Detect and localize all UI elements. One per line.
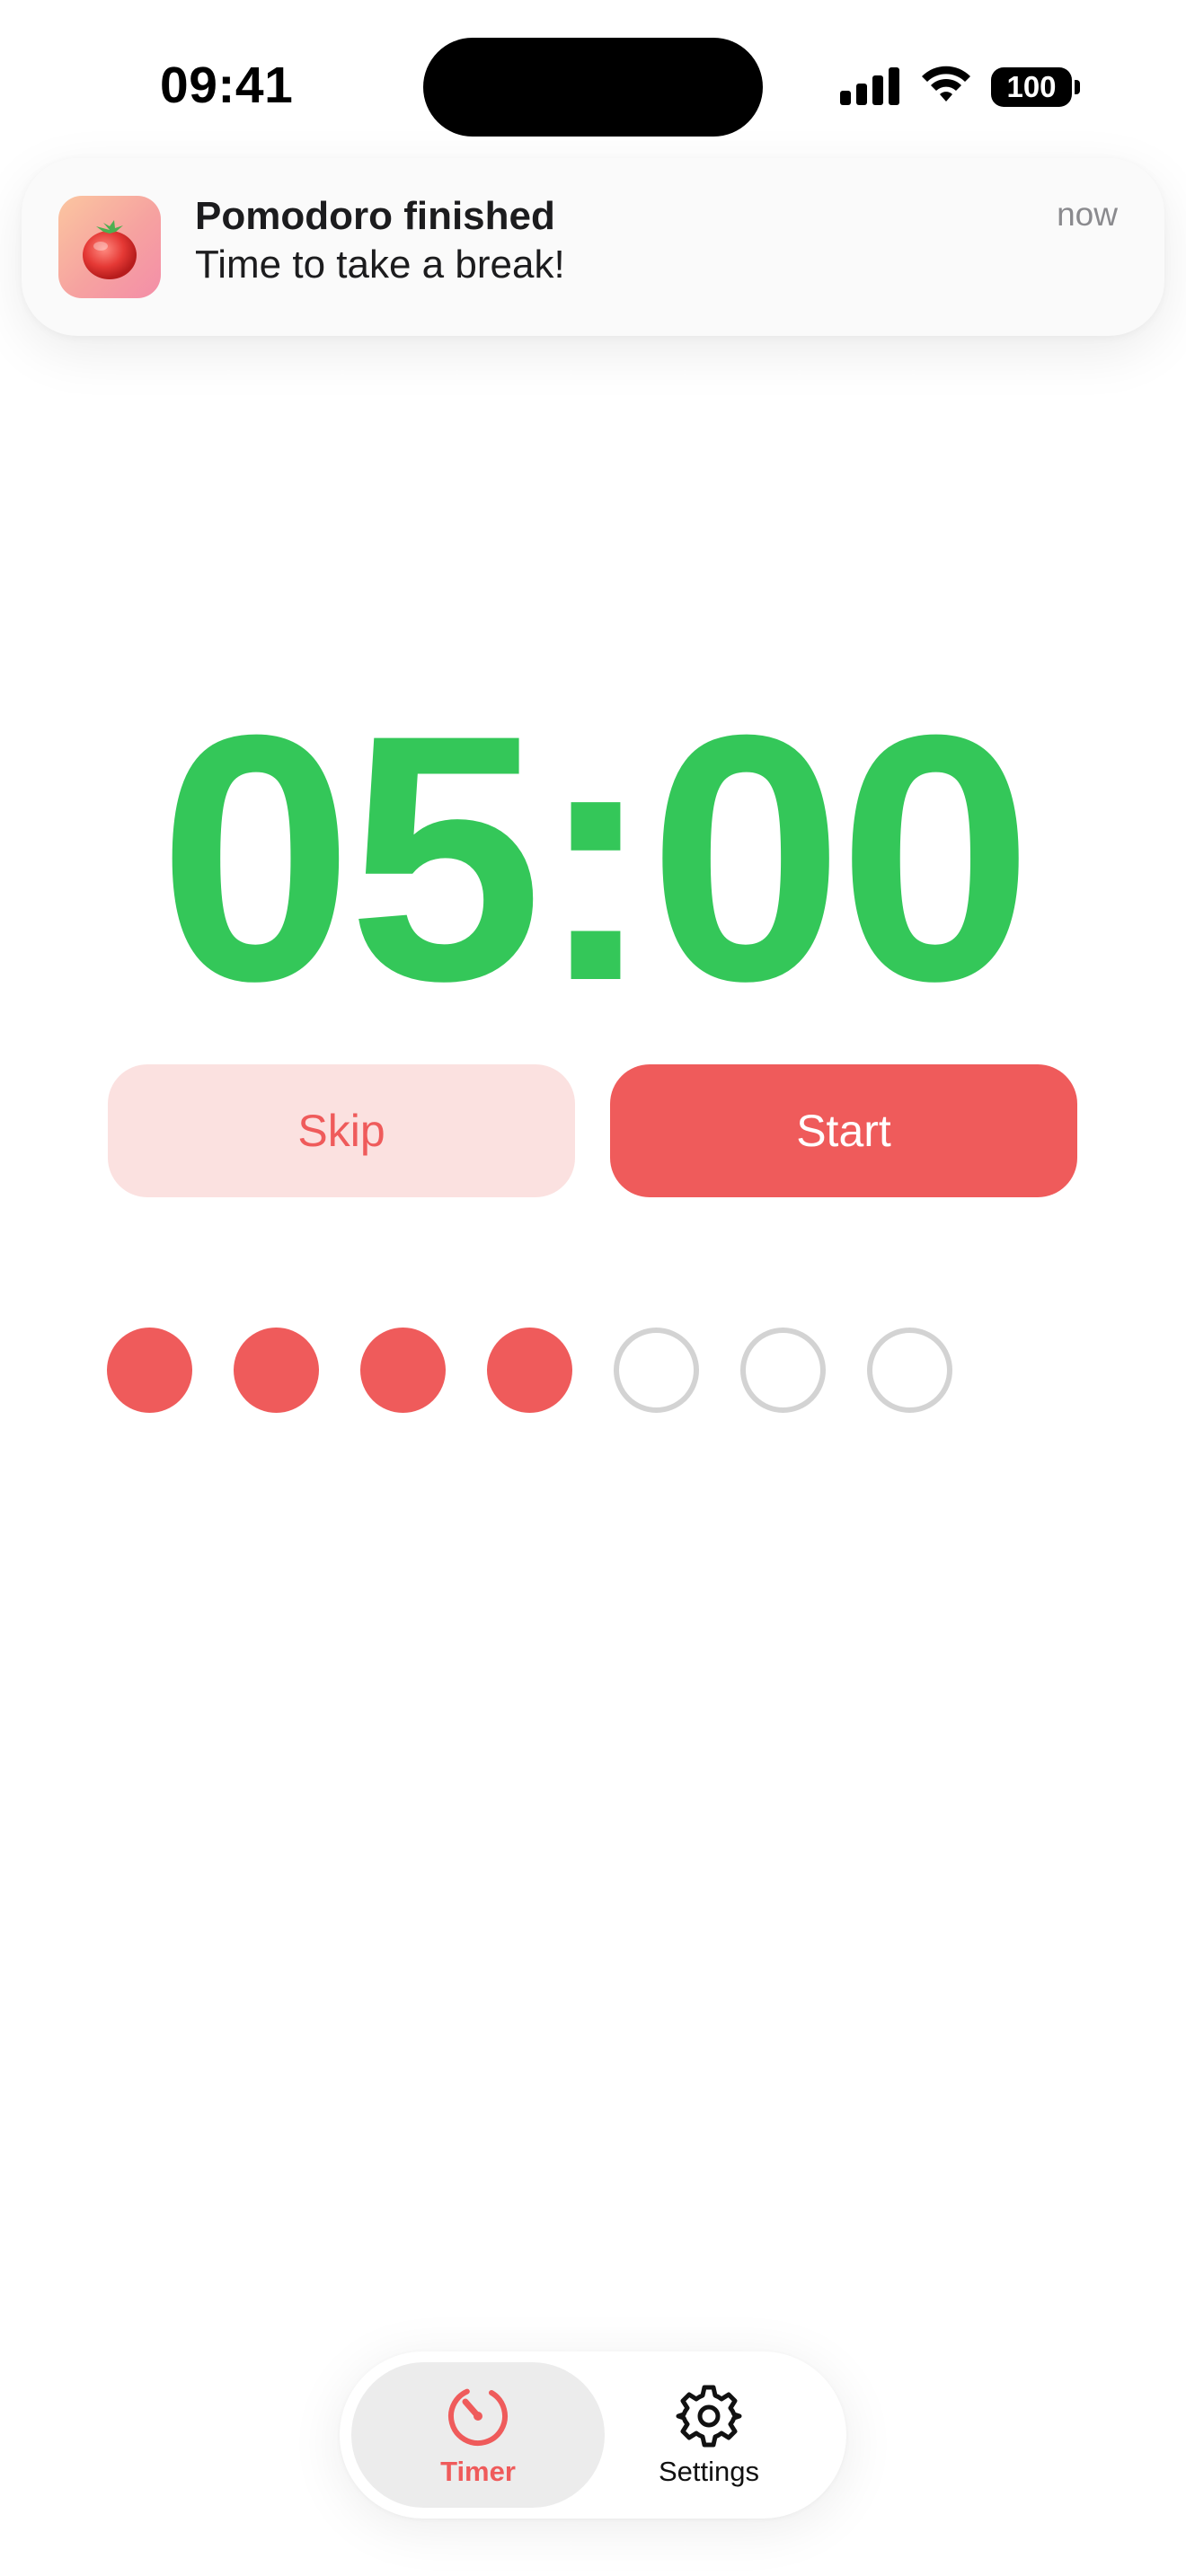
session-dot-completed xyxy=(107,1328,192,1413)
tab-label-timer: Timer xyxy=(440,2456,516,2487)
start-button[interactable]: Start xyxy=(610,1064,1077,1197)
screen: 09:41 100 Pomodoro finished Time to take… xyxy=(0,0,1186,2576)
session-dot-completed xyxy=(360,1328,446,1413)
notification-title: Pomodoro finished xyxy=(195,194,555,238)
notification-time: now xyxy=(1057,196,1118,233)
tab-settings[interactable]: Settings xyxy=(582,2362,836,2508)
session-dot-pending xyxy=(614,1328,699,1413)
timer-icon xyxy=(444,2382,512,2450)
timer-display: 05:00 xyxy=(158,662,1032,1054)
gear-icon xyxy=(675,2382,743,2450)
session-dot-pending xyxy=(867,1328,952,1413)
battery-level: 100 xyxy=(1006,70,1057,103)
wifi-icon xyxy=(919,66,973,110)
cellular-signal-icon xyxy=(840,66,901,110)
tab-label-settings: Settings xyxy=(658,2456,759,2487)
session-dot-completed xyxy=(487,1328,572,1413)
notification-banner[interactable]: Pomodoro finished Time to take a break! … xyxy=(22,158,1164,336)
status-icons: 100 xyxy=(840,66,1080,110)
battery-icon: 100 xyxy=(991,67,1080,107)
tab-bar: Timer Settings xyxy=(340,2351,846,2519)
tab-timer[interactable]: Timer xyxy=(351,2362,605,2508)
session-progress xyxy=(107,1328,952,1413)
skip-button[interactable]: Skip xyxy=(108,1064,575,1197)
session-dot-pending xyxy=(740,1328,826,1413)
session-dot-completed xyxy=(234,1328,319,1413)
tomato-icon xyxy=(58,196,161,298)
notification-body: Time to take a break! xyxy=(195,243,565,287)
status-time: 09:41 xyxy=(160,57,294,114)
dynamic-island xyxy=(423,38,763,137)
